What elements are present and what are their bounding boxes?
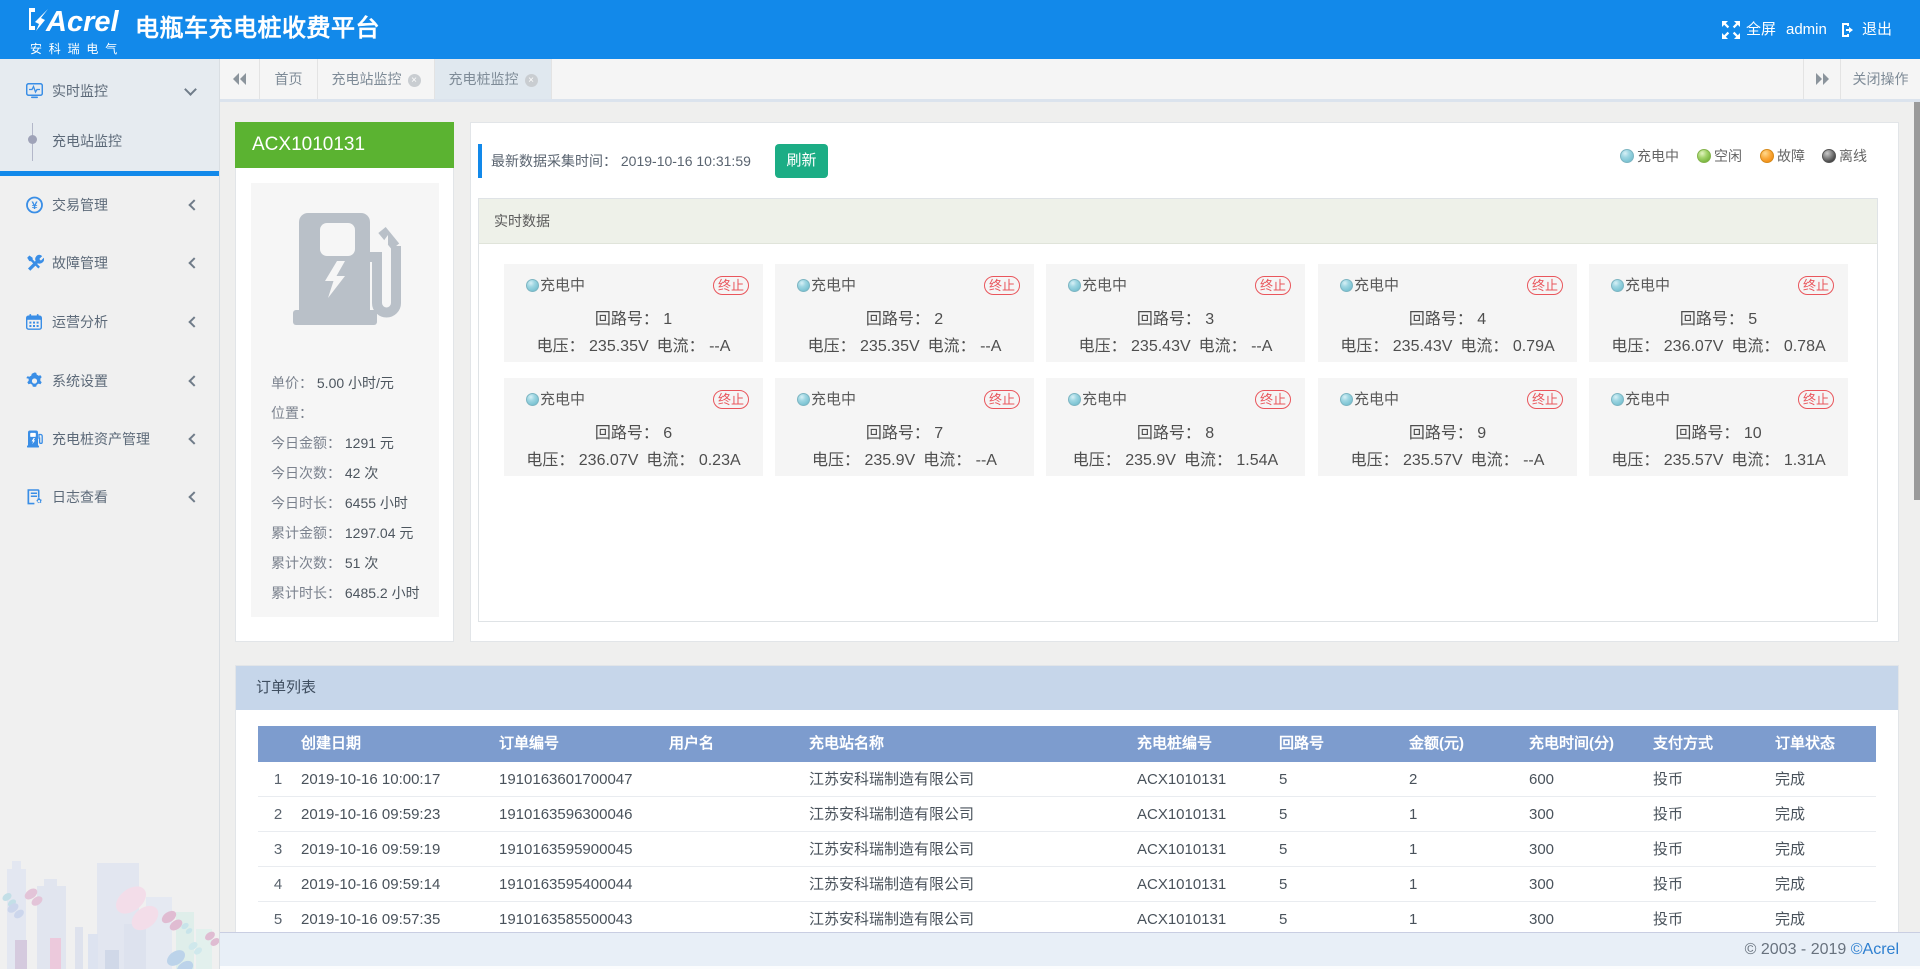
svg-text:¥: ¥ bbox=[31, 200, 38, 212]
